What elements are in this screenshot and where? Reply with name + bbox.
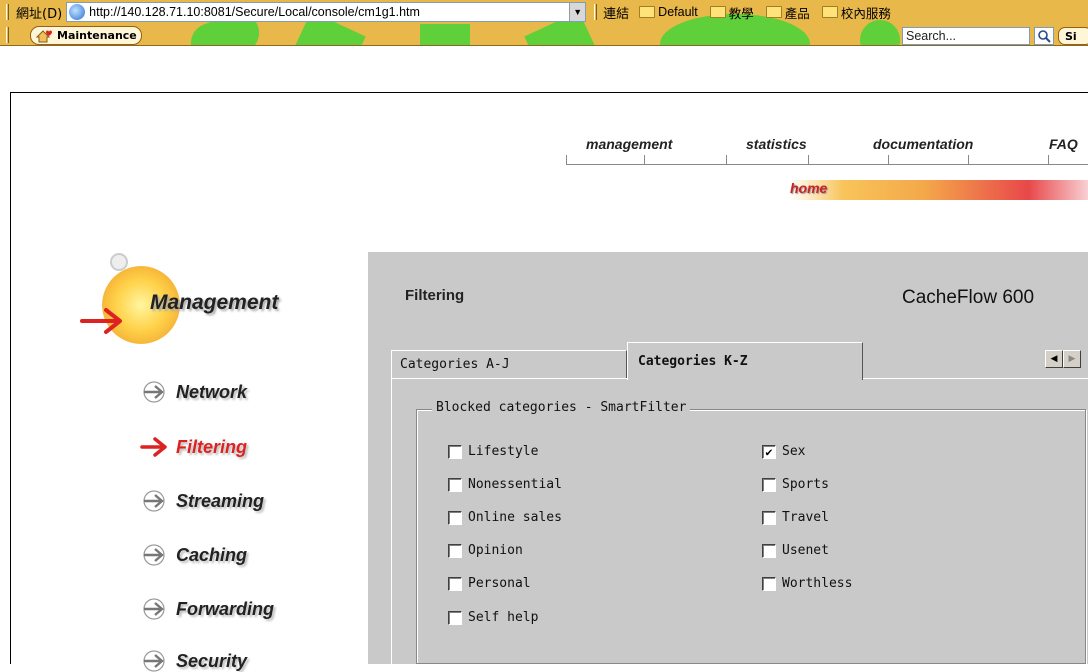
folder-icon	[709, 6, 726, 18]
checkmark-icon[interactable]: ✔	[762, 444, 776, 459]
home-gradient-bar	[790, 180, 1088, 200]
checkbox-online-sales[interactable]: Online sales	[448, 510, 562, 525]
arrow-right-icon	[143, 381, 165, 403]
search-placeholder: Search...	[906, 29, 957, 43]
checkbox-lifestyle[interactable]: Lifestyle	[448, 444, 538, 459]
checkbox-usenet[interactable]: Usenet	[762, 543, 829, 558]
tab-categories-k-z[interactable]: Categories K-Z	[627, 342, 863, 380]
section-title: Filtering	[405, 287, 465, 304]
tab-scroll-controls: ◀ ▶	[1045, 350, 1085, 368]
arrow-right-icon	[140, 437, 167, 457]
checkbox-sports[interactable]: Sports	[762, 477, 829, 492]
tab-scroll-right-icon[interactable]: ▶	[1063, 350, 1081, 368]
checkbox-sex[interactable]: ✔ Sex	[762, 444, 805, 459]
nav-underline	[566, 164, 1088, 165]
tab-categories-a-j[interactable]: Categories A-J	[391, 350, 627, 378]
active-section-arrow-icon	[80, 308, 122, 334]
nav-management[interactable]: management	[586, 136, 672, 152]
sidebar-item-security[interactable]: Security	[140, 650, 247, 672]
checkbox-box[interactable]	[762, 477, 776, 492]
checkbox-self-help[interactable]: Self help	[448, 610, 538, 625]
checkbox-personal[interactable]: Personal	[448, 576, 531, 591]
sidebar-item-network[interactable]: Network	[140, 381, 247, 403]
folder-icon	[639, 6, 656, 18]
arrow-right-icon	[143, 544, 165, 566]
checkbox-worthless[interactable]: Worthless	[762, 576, 852, 591]
maintenance-button[interactable]: Maintenance	[30, 26, 142, 45]
checkbox-box[interactable]	[762, 543, 776, 558]
links-label: 連結	[603, 6, 630, 22]
links-bar: 連結 Default 教學 產品 校內服務	[594, 3, 903, 22]
folder-icon	[765, 6, 782, 18]
nav-documentation[interactable]: documentation	[873, 136, 973, 152]
search-input[interactable]: Search...	[902, 27, 1030, 45]
browser-toolbar: 網址(D) http://140.128.71.10:8081/Secure/L…	[0, 0, 1088, 46]
address-input[interactable]: http://140.128.71.10:8081/Secure/Local/c…	[66, 2, 587, 22]
address-row: 網址(D) http://140.128.71.10:8081/Secure/L…	[0, 0, 1088, 24]
checkbox-box[interactable]	[762, 510, 776, 525]
ie-page-icon	[69, 4, 86, 20]
sidebar-item-caching[interactable]: Caching	[140, 544, 247, 566]
checkbox-box[interactable]	[448, 477, 462, 492]
checkbox-box[interactable]	[448, 510, 462, 525]
address-url: http://140.128.71.10:8081/Secure/Local/c…	[89, 5, 420, 19]
sidebar-item-streaming[interactable]: Streaming	[140, 490, 264, 512]
checkbox-box[interactable]	[448, 610, 462, 625]
link-products[interactable]: 產品	[765, 3, 810, 22]
arrow-right-icon	[143, 598, 165, 620]
checkbox-travel[interactable]: Travel	[762, 510, 829, 525]
top-navigation: management statistics documentation FAQ	[566, 132, 1088, 172]
checkbox-box[interactable]	[448, 576, 462, 591]
arrow-right-icon	[143, 490, 165, 512]
home-heart-icon	[36, 30, 52, 43]
folder-icon	[821, 6, 838, 18]
address-dropdown-icon[interactable]: ▼	[569, 3, 586, 21]
tab-scroll-left-icon[interactable]: ◀	[1045, 350, 1063, 368]
site-search-button[interactable]: Si	[1058, 27, 1088, 45]
checkbox-nonessential[interactable]: Nonessential	[448, 477, 562, 492]
checkbox-box[interactable]	[448, 444, 462, 459]
group-title: Blocked categories - SmartFilter	[432, 400, 691, 415]
link-campus-services[interactable]: 校內服務	[821, 3, 891, 22]
sidebar-title: Management	[150, 291, 279, 314]
checkbox-box[interactable]	[762, 576, 776, 591]
sidebar-item-forwarding[interactable]: Forwarding	[140, 598, 274, 620]
product-name: CacheFlow 600	[902, 287, 1035, 308]
nav-statistics[interactable]: statistics	[746, 136, 807, 152]
link-default[interactable]: Default	[639, 5, 698, 19]
checkbox-opinion[interactable]: Opinion	[448, 543, 523, 558]
search-button[interactable]	[1034, 27, 1054, 45]
tool-row: Maintenance Search... Si	[0, 24, 1088, 45]
arrow-right-icon	[143, 650, 165, 672]
link-teaching[interactable]: 教學	[709, 3, 754, 22]
toolbar-grip[interactable]	[6, 4, 9, 20]
toolbar-grip[interactable]	[6, 27, 9, 43]
checkbox-box[interactable]	[448, 543, 462, 558]
sidebar-item-filtering[interactable]: Filtering	[140, 436, 247, 458]
home-link[interactable]: home	[790, 180, 827, 196]
nav-faq[interactable]: FAQ	[1049, 136, 1078, 152]
magnifier-icon	[1038, 30, 1051, 43]
links-grip[interactable]	[594, 4, 598, 20]
address-label: 網址(D)	[16, 6, 63, 22]
